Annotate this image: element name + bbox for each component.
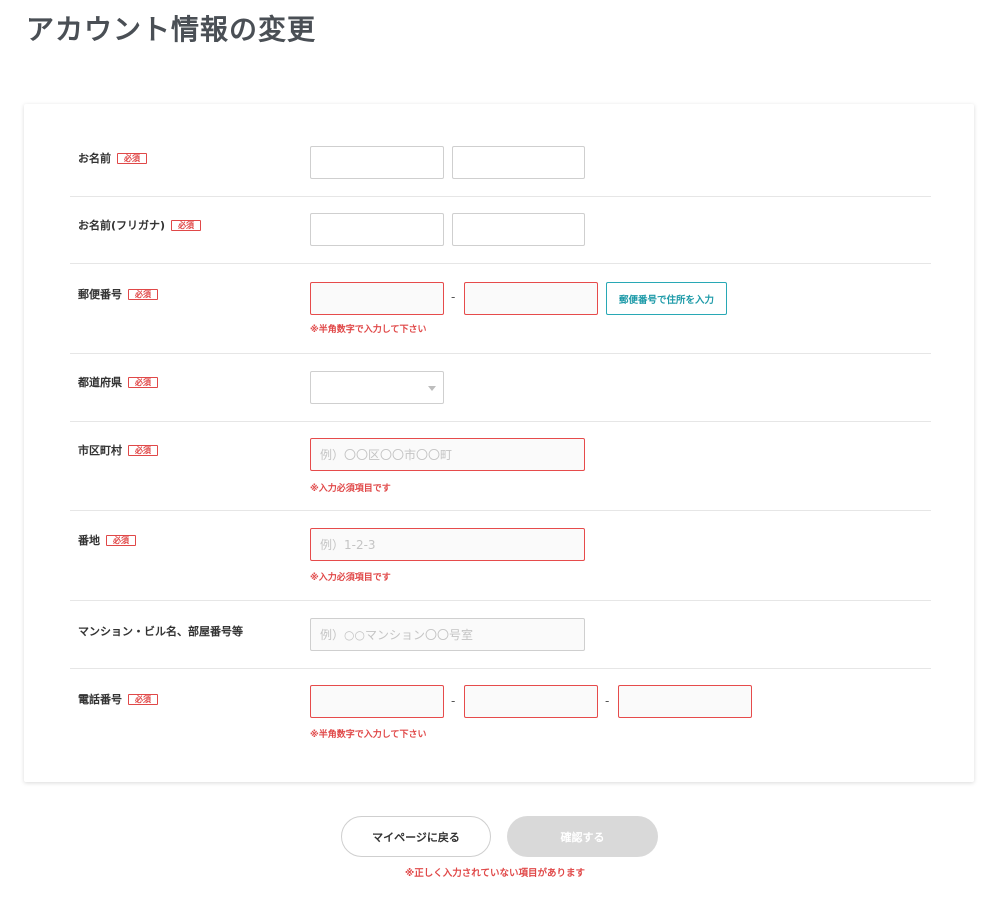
form-row-postal: 郵便番号 必須 - 郵便番号で住所を入力 ※半角数字で入力して下さい <box>70 264 931 354</box>
required-badge: 必須 <box>128 288 158 300</box>
prefecture-label: 都道府県 必須 <box>78 374 158 390</box>
last-name-kana-input[interactable] <box>310 213 444 246</box>
postal-code-part2-input[interactable] <box>464 282 598 315</box>
phone-error-message: ※半角数字で入力して下さい <box>310 730 427 740</box>
required-badge: 必須 <box>128 693 158 705</box>
phone-part1-input[interactable] <box>310 685 444 718</box>
name-label: お名前 必須 <box>78 150 147 166</box>
street-error-message: ※入力必須項目です <box>310 573 391 583</box>
phone-part3-input[interactable] <box>618 685 752 718</box>
back-to-mypage-button[interactable]: マイページに戻る <box>341 816 491 857</box>
prefecture-select[interactable] <box>310 371 444 404</box>
form-error-message: ※正しく入力されていない項目があります <box>405 868 585 879</box>
phone-separator: - <box>605 694 610 708</box>
chevron-down-icon <box>428 386 436 391</box>
street-label: 番地 必須 <box>78 532 136 548</box>
confirm-button[interactable]: 確認する <box>507 816 658 857</box>
required-badge: 必須 <box>106 534 136 546</box>
postal-lookup-button[interactable]: 郵便番号で住所を入力 <box>606 282 727 315</box>
postal-code-part1-input[interactable] <box>310 282 444 315</box>
first-name-kana-input[interactable] <box>452 213 585 246</box>
form-row-name: お名前 必須 <box>70 128 931 197</box>
page-title: アカウント情報の変更 <box>26 13 317 46</box>
last-name-input[interactable] <box>310 146 444 179</box>
phone-separator: - <box>451 694 456 708</box>
form-row-city: 市区町村 必須 ※入力必須項目です <box>70 422 931 511</box>
phone-part2-input[interactable] <box>464 685 598 718</box>
phone-label: 電話番号 必須 <box>78 691 158 707</box>
required-badge: 必須 <box>117 152 147 164</box>
form-row-street: 番地 必須 ※入力必須項目です <box>70 511 931 601</box>
required-badge: 必須 <box>128 444 158 456</box>
postal-separator: - <box>451 290 456 304</box>
first-name-input[interactable] <box>452 146 585 179</box>
form-row-building: マンション・ビル名、部屋番号等 <box>70 601 931 669</box>
street-input[interactable] <box>310 528 585 561</box>
postal-error-message: ※半角数字で入力して下さい <box>310 325 427 335</box>
city-input[interactable] <box>310 438 585 471</box>
required-badge: 必須 <box>128 376 158 388</box>
form-row-phone: 電話番号 必須 - - ※半角数字で入力して下さい <box>70 669 931 769</box>
city-error-message: ※入力必須項目です <box>310 484 391 494</box>
postal-label: 郵便番号 必須 <box>78 286 158 302</box>
form-row-prefecture: 都道府県 必須 <box>70 354 931 422</box>
building-input[interactable] <box>310 618 585 651</box>
required-badge: 必須 <box>171 219 202 231</box>
city-label: 市区町村 必須 <box>78 442 158 458</box>
form-row-name-kana: お名前(フリガナ) 必須 <box>70 197 931 264</box>
name-kana-label: お名前(フリガナ) 必須 <box>78 217 202 233</box>
account-form-card: お名前 必須 お名前(フリガナ) 必須 郵便番号 必須 - 郵便番号で住所を入力… <box>24 104 974 782</box>
building-label: マンション・ビル名、部屋番号等 <box>78 625 243 638</box>
